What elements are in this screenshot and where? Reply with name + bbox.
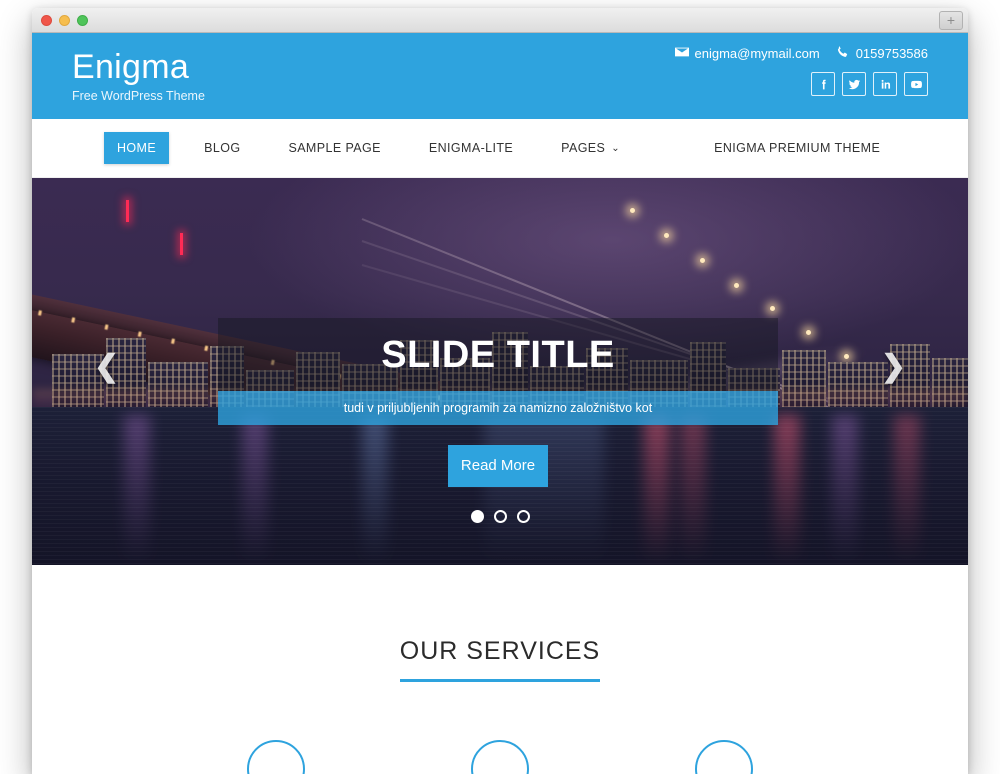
twitter-icon[interactable] (842, 72, 866, 96)
browser-window: + Enigma Free WordPress Theme enigma@mym… (32, 8, 968, 774)
bridge-lamp (770, 306, 775, 311)
chevron-down-icon: ⌄ (611, 142, 621, 154)
phone-text: 0159753586 (855, 46, 928, 61)
nav-item-pages[interactable]: PAGES ⌄ (548, 132, 633, 164)
slider-dot-3[interactable] (516, 510, 530, 523)
email-text: enigma@mymail.com (694, 46, 820, 61)
bridge-lamp (700, 258, 705, 263)
maximize-window-button[interactable] (77, 15, 88, 26)
window-controls (41, 15, 88, 26)
new-tab-button[interactable]: + (939, 11, 963, 30)
site-header: Enigma Free WordPress Theme enigma@mymai… (32, 33, 968, 119)
slide-title-backdrop: SLIDE TITLE (218, 318, 778, 391)
minimize-window-button[interactable] (59, 15, 70, 26)
browser-titlebar: + (32, 8, 968, 33)
service-icon-1[interactable] (247, 740, 305, 774)
main-navigation: HOME BLOG SAMPLE PAGE ENIGMA-LITE PAGES … (32, 119, 968, 178)
close-window-button[interactable] (41, 15, 52, 26)
read-more-button[interactable]: Read More (448, 445, 548, 487)
nav-label: HOME (117, 141, 157, 155)
bridge-lamp (734, 283, 739, 288)
nav-label: ENIGMA PREMIUM THEME (714, 141, 881, 155)
nav-item-sample-page[interactable]: SAMPLE PAGE (275, 132, 393, 164)
linkedin-icon[interactable] (873, 72, 897, 96)
slider-prev-arrow-icon[interactable]: ❮ (94, 349, 119, 384)
envelope-icon (674, 45, 689, 62)
nav-item-blog[interactable]: BLOG (191, 132, 253, 164)
bridge-red-light (180, 233, 183, 255)
nav-item-enigma-lite[interactable]: ENIGMA-LITE (416, 132, 526, 164)
service-icon-2[interactable] (471, 740, 529, 774)
nav-label: SAMPLE PAGE (288, 141, 381, 155)
nav-item-home[interactable]: HOME (104, 132, 170, 164)
services-icon-row (32, 740, 968, 774)
services-heading: OUR SERVICES (399, 637, 601, 682)
slider-dot-2[interactable] (493, 510, 507, 523)
nav-label: BLOG (204, 141, 241, 155)
contact-row: enigma@mymail.com 0159753586 (674, 45, 928, 62)
bridge-lamp (630, 208, 635, 213)
nav-label: ENIGMA-LITE (428, 141, 514, 155)
phone-icon (836, 45, 850, 62)
nav-label: PAGES (561, 141, 606, 155)
header-contact-area: enigma@mymail.com 0159753586 (674, 45, 928, 96)
bridge-lamp (664, 233, 669, 238)
slide-caption-box: SLIDE TITLE tudi v priljubljenih program… (218, 318, 778, 487)
slide-caption: tudi v priljubljenih programih za namizn… (218, 391, 778, 425)
facebook-icon[interactable] (811, 72, 835, 96)
service-icon-3[interactable] (695, 740, 753, 774)
slide-title: SLIDE TITLE (381, 334, 615, 376)
services-section: OUR SERVICES (32, 565, 968, 774)
youtube-icon[interactable] (904, 72, 928, 96)
slider-dot-1[interactable] (470, 510, 484, 523)
slider-next-arrow-icon[interactable]: ❯ (881, 349, 906, 384)
email-contact[interactable]: enigma@mymail.com (674, 45, 820, 62)
slider-pagination (32, 510, 968, 523)
social-links (675, 72, 928, 96)
phone-contact[interactable]: 0159753586 (836, 45, 928, 62)
bridge-red-light (126, 200, 129, 222)
hero-slider: SLIDE TITLE tudi v priljubljenih program… (32, 178, 968, 565)
nav-item-enigma-premium-theme[interactable]: ENIGMA PREMIUM THEME (701, 132, 893, 164)
